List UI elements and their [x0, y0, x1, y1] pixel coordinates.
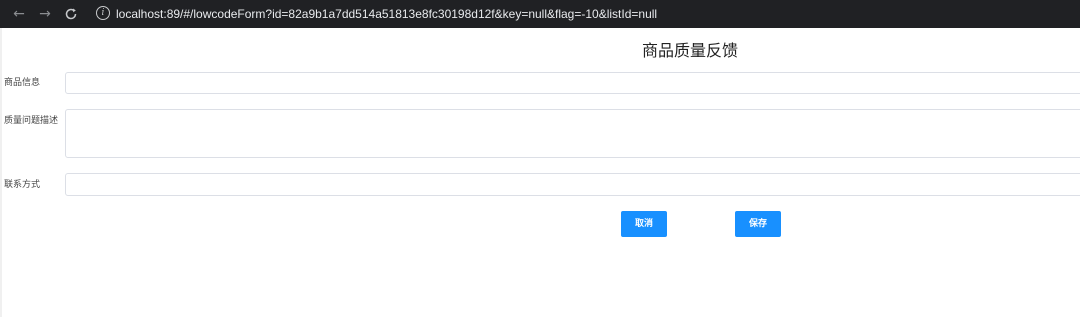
contact-label: 联系方式 — [4, 180, 41, 190]
form-title: 商品质量反馈 — [641, 41, 738, 60]
product-info-label: 商品信息 — [4, 78, 41, 88]
left-edge-divider — [0, 28, 2, 317]
contact-input[interactable] — [65, 173, 1080, 196]
form-page: 商品质量反馈 商品信息 质量问题描述 联系方式 取消 保存 — [0, 28, 1080, 317]
save-button[interactable]: 保存 — [735, 211, 781, 237]
quality-issue-textarea[interactable] — [65, 109, 1080, 158]
reload-icon[interactable] — [61, 4, 81, 24]
reload-icon-glyph — [65, 8, 77, 20]
info-icon[interactable]: i — [96, 6, 110, 20]
product-info-input[interactable] — [65, 72, 1080, 94]
address-bar-url[interactable]: localhost:89/#/lowcodeForm?id=82a9b1a7dd… — [116, 5, 657, 23]
forward-arrow-icon[interactable]: → — [35, 4, 55, 24]
quality-issue-label: 质量问题描述 — [4, 116, 59, 126]
browser-toolbar: ← → i localhost:89/#/lowcodeForm?id=82a9… — [0, 0, 1080, 28]
cancel-button[interactable]: 取消 — [621, 211, 667, 237]
back-arrow-icon[interactable]: ← — [9, 4, 29, 24]
